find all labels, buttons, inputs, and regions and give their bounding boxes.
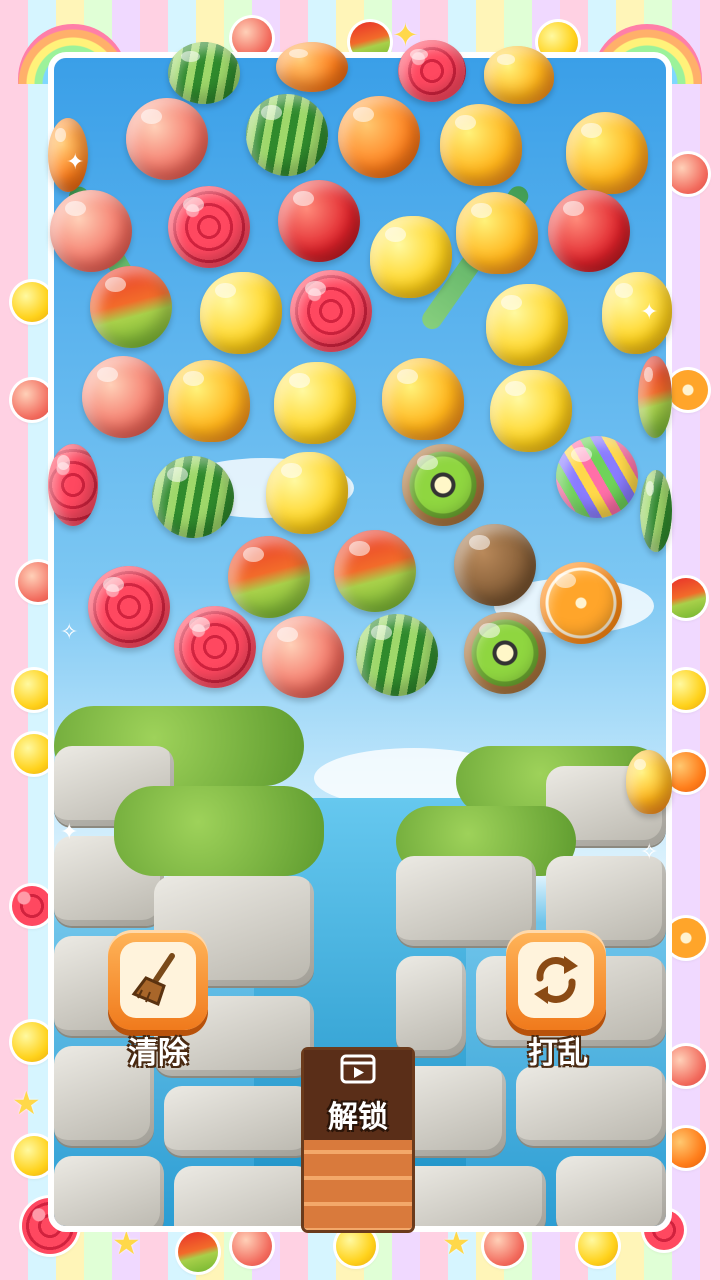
mango-piece[interactable]	[456, 192, 538, 274]
raspberry-piece[interactable]	[290, 270, 372, 352]
watermelon-piece[interactable]	[246, 94, 328, 176]
watermelon-piece[interactable]	[356, 614, 438, 696]
strawberry-decoration-icon	[12, 886, 52, 926]
peach-decoration-icon	[232, 1226, 272, 1266]
pomegranate-piece[interactable]	[278, 180, 360, 262]
orange-piece[interactable]	[276, 42, 348, 92]
lemon-piece[interactable]	[486, 284, 568, 366]
peach-decoration-icon	[12, 380, 52, 420]
kiwi-half-piece[interactable]	[402, 444, 484, 526]
shuffle-label: 打乱	[528, 1036, 588, 1071]
peach-decoration-icon	[666, 1046, 706, 1086]
orange-slice-decoration-icon	[668, 370, 708, 410]
mango-piece[interactable]	[440, 104, 522, 186]
watermelon-piece[interactable]	[640, 470, 672, 552]
apple-piece[interactable]	[90, 266, 172, 348]
peach-piece[interactable]	[50, 190, 132, 272]
lemon-piece[interactable]	[370, 216, 452, 298]
raspberry-piece[interactable]	[174, 606, 256, 688]
peach-decoration-icon	[484, 1226, 524, 1266]
shuffle-arrows-icon	[518, 942, 594, 1018]
shuffle-button[interactable]	[506, 930, 606, 1030]
orange-decoration-icon	[666, 1128, 706, 1168]
raspberry-piece[interactable]	[168, 186, 250, 268]
orange-slice-decoration-icon	[666, 918, 706, 958]
peach-piece[interactable]	[82, 356, 164, 438]
watermelon-piece[interactable]	[168, 42, 240, 104]
watermelon-piece[interactable]	[152, 456, 234, 538]
lemon-piece[interactable]	[490, 370, 572, 452]
video-play-icon	[340, 1054, 376, 1088]
broom-icon	[120, 942, 196, 1018]
unlock-slot-button[interactable]: 解锁	[304, 1050, 412, 1230]
mango-piece[interactable]	[382, 358, 464, 440]
mango-piece[interactable]	[626, 750, 672, 814]
tomato-decoration-icon	[178, 1232, 218, 1272]
kiwi-piece[interactable]	[454, 524, 536, 606]
pear-decoration-icon	[666, 670, 706, 710]
raspberry-piece[interactable]	[398, 40, 466, 102]
lemon-piece[interactable]	[266, 452, 348, 534]
sparkle-icon: ✦	[66, 150, 85, 175]
kiwi-half-piece[interactable]	[464, 612, 546, 694]
mango-piece[interactable]	[566, 112, 648, 194]
sparkle-icon: ✦	[640, 300, 659, 325]
peach-decoration-icon	[668, 154, 708, 194]
lemon-piece[interactable]	[274, 362, 356, 444]
striped-candy-ball-piece[interactable]	[556, 436, 638, 518]
lemon-decoration-icon	[12, 1022, 52, 1062]
lemon-piece[interactable]	[602, 272, 672, 354]
apple-decoration-icon	[336, 1226, 376, 1266]
peach-piece[interactable]	[262, 616, 344, 698]
clear-label: 清除	[128, 1036, 188, 1071]
mango-piece[interactable]	[484, 46, 554, 104]
lemon-piece[interactable]	[200, 272, 282, 354]
pomegranate-piece[interactable]	[548, 190, 630, 272]
persimmon-piece[interactable]	[338, 96, 420, 178]
orange-decoration-icon	[666, 752, 706, 792]
clear-button[interactable]	[108, 930, 208, 1030]
sparkle-icon: ✧	[640, 840, 659, 865]
unlock-header: 解锁	[304, 1050, 412, 1140]
raspberry-piece[interactable]	[48, 444, 98, 526]
apple-piece[interactable]	[228, 536, 310, 618]
apple-piece[interactable]	[334, 530, 416, 612]
lemon-decoration-icon	[578, 1226, 618, 1266]
apple-piece[interactable]	[638, 356, 672, 438]
sparkle-icon: ✦	[60, 820, 79, 845]
apple-decoration-icon	[666, 578, 706, 618]
peach-piece[interactable]	[126, 98, 208, 180]
lemon-decoration-icon	[12, 282, 52, 322]
mango-piece[interactable]	[168, 360, 250, 442]
star-decoration-icon: ★	[12, 1084, 41, 1122]
sparkle-icon: ✧	[60, 620, 79, 645]
raspberry-piece[interactable]	[88, 566, 170, 648]
unlock-label: 解锁	[328, 1100, 388, 1135]
orange-slice-piece[interactable]	[540, 562, 622, 644]
